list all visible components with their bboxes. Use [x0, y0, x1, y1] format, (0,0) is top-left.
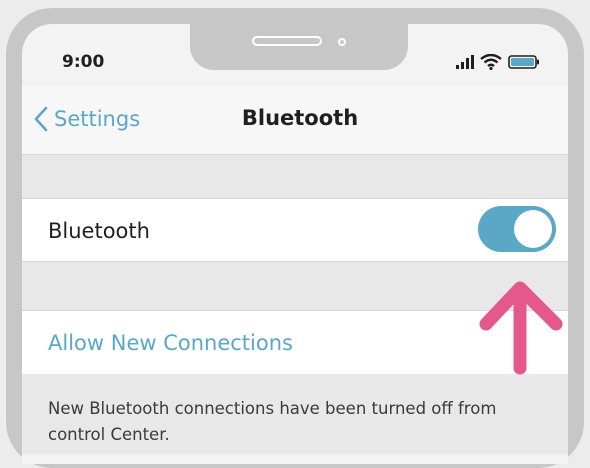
chevron-left-icon — [34, 106, 48, 132]
section-spacer — [22, 155, 568, 198]
page-title: Bluetooth — [241, 106, 359, 130]
toggle-knob — [514, 210, 552, 248]
battery-icon — [508, 55, 539, 69]
back-label: Settings — [54, 107, 141, 131]
allow-connections-link[interactable]: Allow New Connections — [48, 331, 293, 355]
navigation-bar: Settings Bluetooth — [22, 86, 568, 155]
footer-section: New Bluetooth connections have been turn… — [22, 374, 568, 454]
phone-notch — [190, 24, 408, 70]
status-icons — [456, 54, 540, 70]
signal-icon — [456, 55, 474, 69]
status-time: 9:00 — [62, 52, 105, 72]
bluetooth-toggle[interactable] — [478, 206, 556, 252]
bluetooth-label: Bluetooth — [48, 219, 150, 243]
footer-note: New Bluetooth connections have been turn… — [48, 399, 497, 444]
speaker-icon — [252, 36, 322, 46]
arrow-up-icon — [479, 281, 563, 375]
back-button[interactable]: Settings — [34, 106, 140, 132]
wifi-icon — [480, 54, 502, 70]
camera-icon — [338, 38, 346, 46]
